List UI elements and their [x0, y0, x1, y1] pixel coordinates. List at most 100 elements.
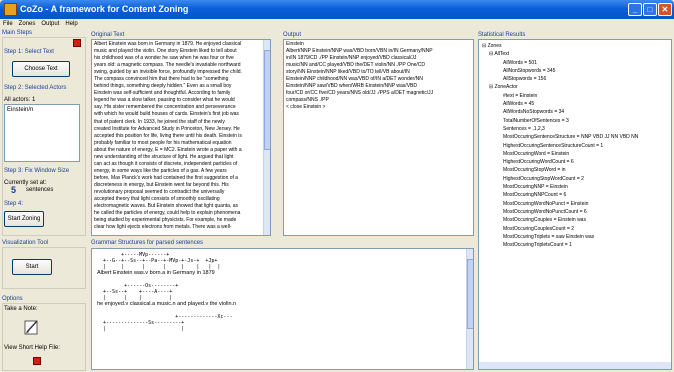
- tree-leaf[interactable]: AllStopwords = 156: [482, 75, 668, 83]
- actors-list[interactable]: Einstein/n: [4, 104, 80, 162]
- menu-zones[interactable]: Zones: [19, 21, 36, 27]
- tree-leaf[interactable]: MostOccuringTripletsCount = 1: [482, 241, 668, 249]
- maximize-icon[interactable]: □: [643, 3, 657, 16]
- menu-output[interactable]: Output: [41, 21, 59, 27]
- original-text-line: legend he was a slow talker, pausing to …: [94, 97, 235, 104]
- original-text-area[interactable]: Albert Einstein was born in Germany in 1…: [91, 39, 271, 236]
- tree-node-label: TotalNumberOfSentences = 3: [503, 117, 569, 124]
- tree-node-label: Zones: [487, 43, 502, 49]
- app-icon: [4, 3, 17, 16]
- tree-node-label: MostOccuringCouplesCount = 2: [503, 225, 575, 232]
- tree-node-label: AllWords = 501: [503, 59, 537, 66]
- original-text-scrollbar[interactable]: [263, 40, 270, 235]
- window-size-value[interactable]: 5: [11, 185, 16, 195]
- tree-leaf[interactable]: MostOccuringWordNoPunctCount = 6: [482, 208, 668, 216]
- app-window: CoZo - A framework for Content Zoning _ …: [0, 0, 674, 372]
- tree-leaf[interactable]: Sentences = ,1,2,3: [482, 125, 668, 133]
- statistical-results-label: Statistical Results: [478, 32, 526, 38]
- tree-node-label: MostOccuringTripletsCount = 1: [503, 242, 572, 249]
- original-text-line: before, Max Planck's work had contained …: [94, 174, 239, 181]
- parse-block: +-----MVp------+ +--G--+--Ss--+--Pa--+-M…: [97, 252, 457, 277]
- original-text-line: about the nature of energy, E = MC2. Ein…: [94, 146, 242, 153]
- menu-help[interactable]: Help: [65, 21, 77, 27]
- start-zoning-button[interactable]: Start Zoning: [4, 211, 44, 227]
- tree-node[interactable]: ⊟ AllText: [482, 50, 668, 58]
- tree-node-label: Sentences = ,1,2,3: [503, 125, 545, 132]
- choose-text-button[interactable]: Choose Text: [12, 61, 70, 77]
- original-text-line: discreteness in energy, but Einstein wen…: [94, 181, 229, 188]
- help-file-icon[interactable]: [33, 357, 41, 365]
- tree-leaf[interactable]: AllNonStopwords = 345: [482, 67, 668, 75]
- tree-leaf[interactable]: HighestOccuringSentenceStructureCount = …: [482, 142, 668, 150]
- grammar-scrollbar[interactable]: [466, 249, 473, 369]
- close-icon[interactable]: ✕: [658, 3, 672, 16]
- original-text-line: Einstein was self-sufficient and thought…: [94, 90, 231, 97]
- tree-leaf[interactable]: MostOccuringNNPCount = 6: [482, 191, 668, 199]
- scroll-thumb[interactable]: [264, 50, 270, 150]
- output-line: four/CD or/CC five/CD years/NNS old/JJ .…: [286, 90, 434, 97]
- visualization-tool-label: Visualization Tool: [2, 240, 49, 246]
- title-bar[interactable]: CoZo - A framework for Content Zoning _ …: [0, 0, 674, 19]
- parse-block: +-------------Xc--- +--------------Ss---…: [97, 314, 457, 332]
- tree-leaf[interactable]: AllWords = 501: [482, 59, 668, 67]
- tree-leaf[interactable]: MostOccuringWordNoPunct = Einstein: [482, 200, 668, 208]
- original-text-line: revolutionary proposal seemed to contrad…: [94, 188, 225, 195]
- original-text-line: The compass convinced him that there had…: [94, 76, 229, 83]
- tree-leaf[interactable]: TotalNumberOfSentences = 3: [482, 117, 668, 125]
- tree-node-label: AllText: [494, 51, 510, 58]
- original-text-line: he called the particles of energy, could…: [94, 210, 241, 217]
- tree-leaf[interactable]: #text = Einstein: [482, 92, 668, 100]
- tree-leaf[interactable]: AllWordsNoStopwords = 34: [482, 108, 668, 116]
- menu-bar: File Zones Output Help: [0, 19, 674, 29]
- parsed-sentence: he enjoyed.v classical.a music.n and pla…: [97, 301, 237, 307]
- original-text-line: clear how light ejects electrons from me…: [94, 224, 232, 231]
- tree-node-label: MostOccuringWordNoPunctCount = 6: [503, 208, 587, 215]
- output-line: in/IN 1879/CD ./PP Einstein/NNP enjoyed/…: [286, 55, 417, 62]
- output-line: story/NN Einstein/NNP liked/VBD to/TO te…: [286, 69, 410, 76]
- tree-leaf[interactable]: MostOccuringTriplets = saw Einstein was: [482, 233, 668, 241]
- tree-node-label: MostOccuringNNPCount = 6: [503, 192, 567, 199]
- tree-leaf[interactable]: MostOccuringCouplesCount = 2: [482, 225, 668, 233]
- tree-leaf[interactable]: MostOccuringCouples = Einstein was: [482, 216, 668, 224]
- help-icon[interactable]: [73, 39, 81, 47]
- tree-node-label: AllWordsNoStopwords = 34: [503, 109, 565, 116]
- original-text-line: that of patent clerk. In 1933, he joined…: [94, 118, 225, 125]
- grammar-area[interactable]: +-----MVp------+ +--G--+--Ss--+--Pa--+-M…: [91, 248, 474, 370]
- actor-item[interactable]: Einstein/n: [7, 107, 77, 113]
- stats-hscrollbar[interactable]: [479, 362, 671, 369]
- tree-leaf[interactable]: HighestOccuringStopWordCount = 2: [482, 175, 668, 183]
- tree-leaf[interactable]: MostOccuringSentenceStructure = NNP VBD …: [482, 133, 668, 141]
- tree-node-label: #text = Einstein: [503, 92, 538, 99]
- output-line: Einstein: [286, 41, 304, 47]
- tree-node-label: MostOccuringWord = Einstein: [503, 150, 570, 157]
- tree-leaf[interactable]: AllWords = 45: [482, 100, 668, 108]
- tree-leaf[interactable]: HighestOccuringWordCount = 6: [482, 158, 668, 166]
- output-line: < close Einstein >: [286, 104, 326, 111]
- tree-node-label: ZoneActor: [494, 84, 518, 91]
- original-text-line: with which he would build houses of card…: [94, 111, 239, 118]
- original-text-line: being studied by experimental physicists…: [94, 217, 237, 224]
- step4-label: Step 4:: [4, 201, 24, 207]
- minimize-icon[interactable]: _: [628, 3, 642, 16]
- main-steps-label: Main Steps: [2, 30, 33, 36]
- tree-leaf[interactable]: MostOccuringStopWord = in: [482, 166, 668, 174]
- tree-leaf[interactable]: MostOccuringWord = Einstein: [482, 150, 668, 158]
- grammar-label: Grammar Structures for parsed sentences: [91, 240, 204, 246]
- tree-node-label: MostOccuringStopWord = in: [503, 167, 566, 174]
- tree-node-label: MostOccuringCouples = Einstein was: [503, 217, 586, 224]
- note-pencil-icon[interactable]: [23, 318, 41, 336]
- original-text-line: energy, in some ways like the particles …: [94, 167, 227, 174]
- statistical-results-tree[interactable]: ⊟ Zones ⊟ AllText AllWords = 501 AllNonStop…: [478, 39, 672, 370]
- scroll-thumb[interactable]: [467, 259, 473, 329]
- visualization-start-button[interactable]: Start: [12, 259, 52, 275]
- take-note-label: Take a Note:: [4, 306, 38, 312]
- menu-file[interactable]: File: [3, 21, 13, 27]
- tree-node-label: AllWords = 45: [503, 101, 535, 108]
- parsed-sentence: Albert Einstein was.v born.a in Germany …: [97, 270, 215, 276]
- tree-leaf[interactable]: MostOccuringNNP = Einstein: [482, 183, 668, 191]
- tree-node[interactable]: ⊟ Zones: [482, 42, 668, 50]
- original-text-line: music and played the violin. One story E…: [94, 48, 237, 55]
- output-area[interactable]: Einstein Albert/NNP Einstein/NNP was/VBD …: [283, 39, 474, 236]
- original-text-line: accepted this position for life, living …: [94, 132, 242, 139]
- tree-node[interactable]: ⊟ ZoneActor: [482, 83, 668, 91]
